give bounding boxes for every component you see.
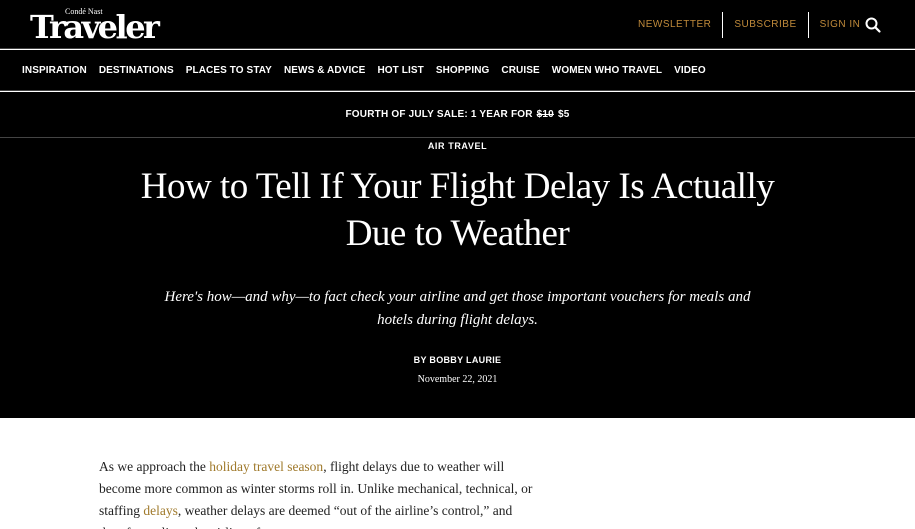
article-dek: Here's how—and why—to fact check your ai…: [164, 289, 751, 328]
newsletter-link[interactable]: NEWSLETTER: [627, 12, 722, 38]
promo-new-price: $5: [557, 109, 570, 120]
delays-link[interactable]: delays: [143, 503, 178, 518]
nav-item-women-who-travel[interactable]: WOMEN WHO TRAVEL: [546, 65, 668, 76]
author-link[interactable]: BOBBY LAURIE: [429, 355, 501, 365]
sign-in-link[interactable]: SIGN IN: [809, 12, 872, 38]
nav-item-destinations[interactable]: DESTINATIONS: [93, 65, 180, 76]
article-hero: AIR TRAVEL How to Tell If Your Flight De…: [0, 138, 915, 418]
search-icon[interactable]: [864, 16, 882, 34]
article-body-paragraph: As we approach the holiday travel season…: [99, 456, 539, 529]
traveler-logo[interactable]: Condé Nast Traveler: [30, 7, 160, 43]
nav-item-places-to-stay[interactable]: PLACES TO STAY: [180, 65, 278, 76]
nav-item-shopping[interactable]: SHOPPING: [430, 65, 496, 76]
article-headline: How to Tell If Your Flight Delay Is Actu…: [140, 166, 775, 254]
utility-nav: NEWSLETTER SUBSCRIBE SIGN IN: [627, 12, 871, 38]
nav-item-video[interactable]: VIDEO: [668, 65, 712, 76]
promo-text: FOURTH OF JULY SALE: 1 YEAR FOR: [345, 109, 533, 120]
logo-wordmark: Traveler: [30, 8, 160, 46]
nav-item-inspiration[interactable]: INSPIRATION: [16, 65, 93, 76]
nav-item-hot-list[interactable]: HOT LIST: [371, 65, 429, 76]
body-text-run: As we approach the: [99, 459, 210, 474]
article-rubric[interactable]: AIR TRAVEL: [0, 141, 915, 151]
top-bar: Condé Nast Traveler NEWSLETTER SUBSCRIBE…: [0, 0, 915, 49]
subscribe-link[interactable]: SUBSCRIBE: [723, 12, 807, 38]
nav-item-cruise[interactable]: CRUISE: [495, 65, 545, 76]
promo-banner[interactable]: FOURTH OF JULY SALE: 1 YEAR FOR $10 $5: [0, 92, 915, 138]
nav-item-news-advice[interactable]: NEWS & ADVICE: [278, 65, 372, 76]
promo-old-price: $10: [536, 109, 554, 120]
byline-prefix: BY: [413, 355, 427, 365]
main-nav: INSPIRATION DESTINATIONS PLACES TO STAY …: [0, 50, 915, 91]
article-date: November 22, 2021: [417, 374, 498, 385]
article-byline: BY BOBBY LAURIE: [0, 355, 915, 365]
holiday-travel-season-link[interactable]: holiday travel season: [209, 459, 323, 474]
